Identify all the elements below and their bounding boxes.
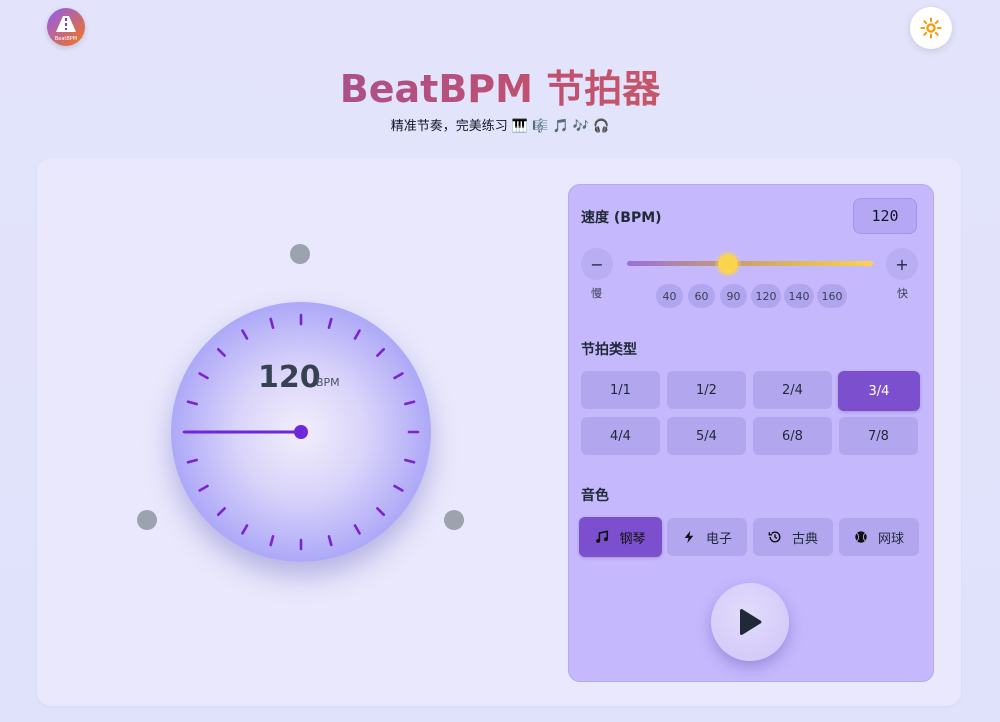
ball-icon <box>855 531 867 543</box>
time-sig-6-8[interactable]: 6/8 <box>753 417 832 455</box>
sound-label-text: 钢琴 <box>619 531 646 547</box>
dial-tick <box>269 317 275 329</box>
decrease-bpm-button[interactable]: − <box>581 248 613 280</box>
bpm-slider-track[interactable] <box>627 261 873 266</box>
time-sig-1-2[interactable]: 1/2 <box>667 371 746 409</box>
slow-label: 慢 <box>591 287 602 300</box>
preset-label: 160 <box>821 289 843 303</box>
preset-button[interactable]: 40 <box>656 284 683 308</box>
preset-button[interactable]: 120 <box>751 284 781 308</box>
dial-tick <box>186 400 198 406</box>
time-signature-label: 节拍类型 <box>581 342 637 358</box>
dial-tick <box>327 535 333 547</box>
time-sig-text: 2/4 <box>782 382 803 398</box>
dial-hub <box>294 425 308 439</box>
time-sig-2-4[interactable]: 2/4 <box>753 371 832 409</box>
dial-bpm-unit: BPM <box>316 376 340 389</box>
dial-tick <box>216 347 226 357</box>
fast-label: 快 <box>897 287 908 300</box>
dial-tick <box>216 507 226 517</box>
dial-tick <box>353 524 361 535</box>
speed-label: 速度 (BPM) <box>581 210 662 226</box>
sound-piano-button[interactable]: 钢琴 <box>579 517 662 557</box>
dial-tick <box>393 372 404 380</box>
sound-label: 音色 <box>581 488 609 504</box>
beat-dot-top <box>290 244 310 264</box>
page-subtitle: 精准节奏，完美练习 🎹 🎼 🎵 🎶 🎧 <box>390 119 610 134</box>
sound-label-text: 网球 <box>877 531 904 547</box>
bpm-input[interactable] <box>853 198 917 234</box>
dial-tick <box>376 347 386 357</box>
time-sig-text: 4/4 <box>610 428 631 444</box>
time-sig-text: 1/1 <box>610 382 631 398</box>
preset-label: 40 <box>662 289 677 303</box>
theme-toggle-button[interactable] <box>910 7 952 49</box>
dial-tick <box>376 507 386 517</box>
increase-bpm-button[interactable]: + <box>886 248 918 280</box>
dial-tick <box>327 317 333 329</box>
dial-tick <box>241 524 249 535</box>
dial-tick <box>404 400 416 406</box>
play-button[interactable] <box>711 583 789 661</box>
bpm-slider-thumb[interactable] <box>717 254 738 274</box>
sound-label-text: 古典 <box>791 531 818 547</box>
time-sig-1-1[interactable]: 1/1 <box>581 371 660 409</box>
sound-classical-button[interactable]: 古典 <box>753 518 833 556</box>
beat-dot-left <box>137 510 157 530</box>
dial-tick <box>241 329 249 340</box>
beat-dot-right <box>444 510 464 530</box>
time-sig-5-4[interactable]: 5/4 <box>667 417 746 455</box>
sound-tennis-button[interactable]: 网球 <box>839 518 919 556</box>
time-sig-text: 1/2 <box>696 382 717 398</box>
preset-button[interactable]: 160 <box>817 284 847 308</box>
dial-ticks <box>182 313 420 551</box>
dial-tick <box>198 372 209 380</box>
play-icon <box>740 608 762 636</box>
app-logo[interactable]: BeatBPM <box>47 8 85 46</box>
time-sig-text: 3/4 <box>868 383 890 399</box>
history-icon <box>768 531 781 543</box>
sound-label-text: 电子 <box>705 531 732 547</box>
preset-label: 60 <box>694 289 709 303</box>
preset-label: 90 <box>726 289 741 303</box>
time-sig-3-4[interactable]: 3/4 <box>838 371 920 411</box>
page-title: BeatBPM 节拍器 <box>0 58 1000 113</box>
dial-tick <box>393 484 404 492</box>
dial-bpm-value: 120 <box>258 360 321 395</box>
road-icon <box>56 16 76 32</box>
preset-label: 120 <box>755 289 777 303</box>
dial-tick <box>353 329 361 340</box>
time-sig-text: 7/8 <box>868 428 889 444</box>
time-sig-text: 5/4 <box>696 428 717 444</box>
dial-tick <box>269 535 275 547</box>
plus-label: + <box>895 254 909 274</box>
dial-tick <box>198 484 209 492</box>
time-sig-text: 6/8 <box>782 428 803 444</box>
minus-label: − <box>590 254 604 274</box>
metronome-dial <box>171 302 431 562</box>
logo-text: BeatBPM <box>54 36 78 42</box>
time-sig-4-4[interactable]: 4/4 <box>581 417 660 455</box>
sound-electronic-button[interactable]: 电子 <box>667 518 747 556</box>
dial-tick <box>186 458 198 464</box>
preset-button[interactable]: 90 <box>720 284 747 308</box>
preset-button[interactable]: 140 <box>784 284 814 308</box>
time-sig-7-8[interactable]: 7/8 <box>839 417 918 455</box>
sun-icon <box>920 17 942 39</box>
dial-tick <box>404 458 416 464</box>
music-note-icon <box>596 530 609 543</box>
lightning-icon <box>684 530 694 544</box>
preset-label: 140 <box>788 289 810 303</box>
preset-button[interactable]: 60 <box>688 284 715 308</box>
